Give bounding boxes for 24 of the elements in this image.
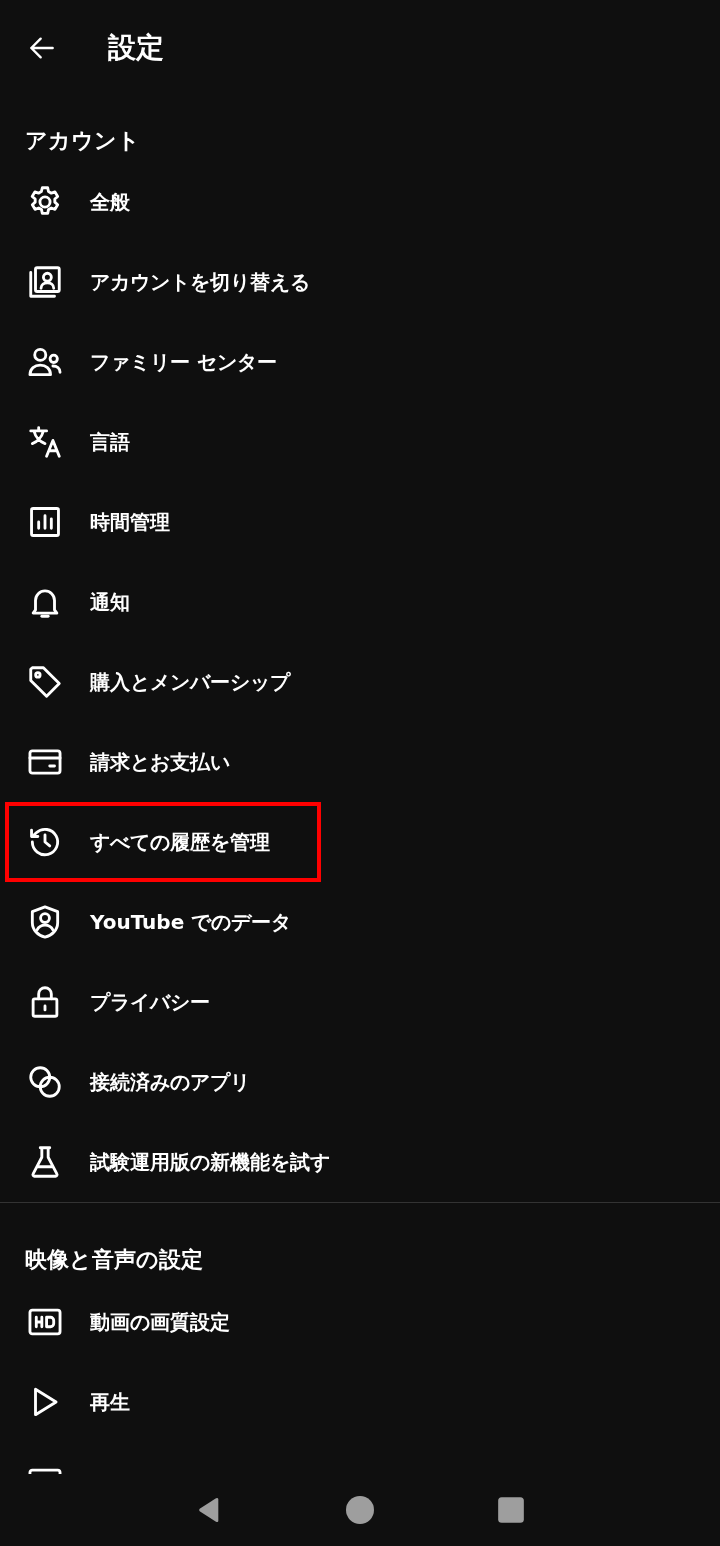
section-heading: アカウント [25, 128, 140, 153]
settings-item[interactable]: 時間管理 [0, 482, 720, 562]
settings-item[interactable]: アカウントを切り替える [0, 242, 720, 322]
settings-item[interactable]: 言語 [0, 402, 720, 482]
settings-item[interactable]: 請求とお支払い [0, 722, 720, 802]
home-icon[interactable] [346, 1496, 374, 1524]
settings-item[interactable]: ファミリー センター [0, 322, 720, 402]
settings-item[interactable]: 試験運用版の新機能を試す [0, 1122, 720, 1202]
settings-item[interactable]: 動画の画質設定 [0, 1282, 720, 1362]
translate-icon [26, 423, 64, 461]
settings-item[interactable]: 再生 [0, 1362, 720, 1442]
linked-circles-icon [26, 1063, 64, 1101]
settings-item[interactable]: 全般 [0, 162, 720, 242]
settings-item[interactable]: YouTube でのデータ [0, 882, 720, 962]
page-title: 設定 [108, 30, 164, 66]
settings-item[interactable]: 接続済みのアプリ [0, 1042, 720, 1122]
person-card-icon [26, 263, 64, 301]
settings-item[interactable]: 通知 [0, 562, 720, 642]
settings-item[interactable]: プライバシー [0, 962, 720, 1042]
tag-icon [26, 663, 64, 701]
settings-item[interactable]: 購入とメンバーシップ [0, 642, 720, 722]
section-heading: 映像と音声の設定 [25, 1247, 203, 1272]
settings-item[interactable]: すべての履歴を管理 [5, 802, 321, 882]
recents-icon[interactable] [496, 1496, 525, 1524]
